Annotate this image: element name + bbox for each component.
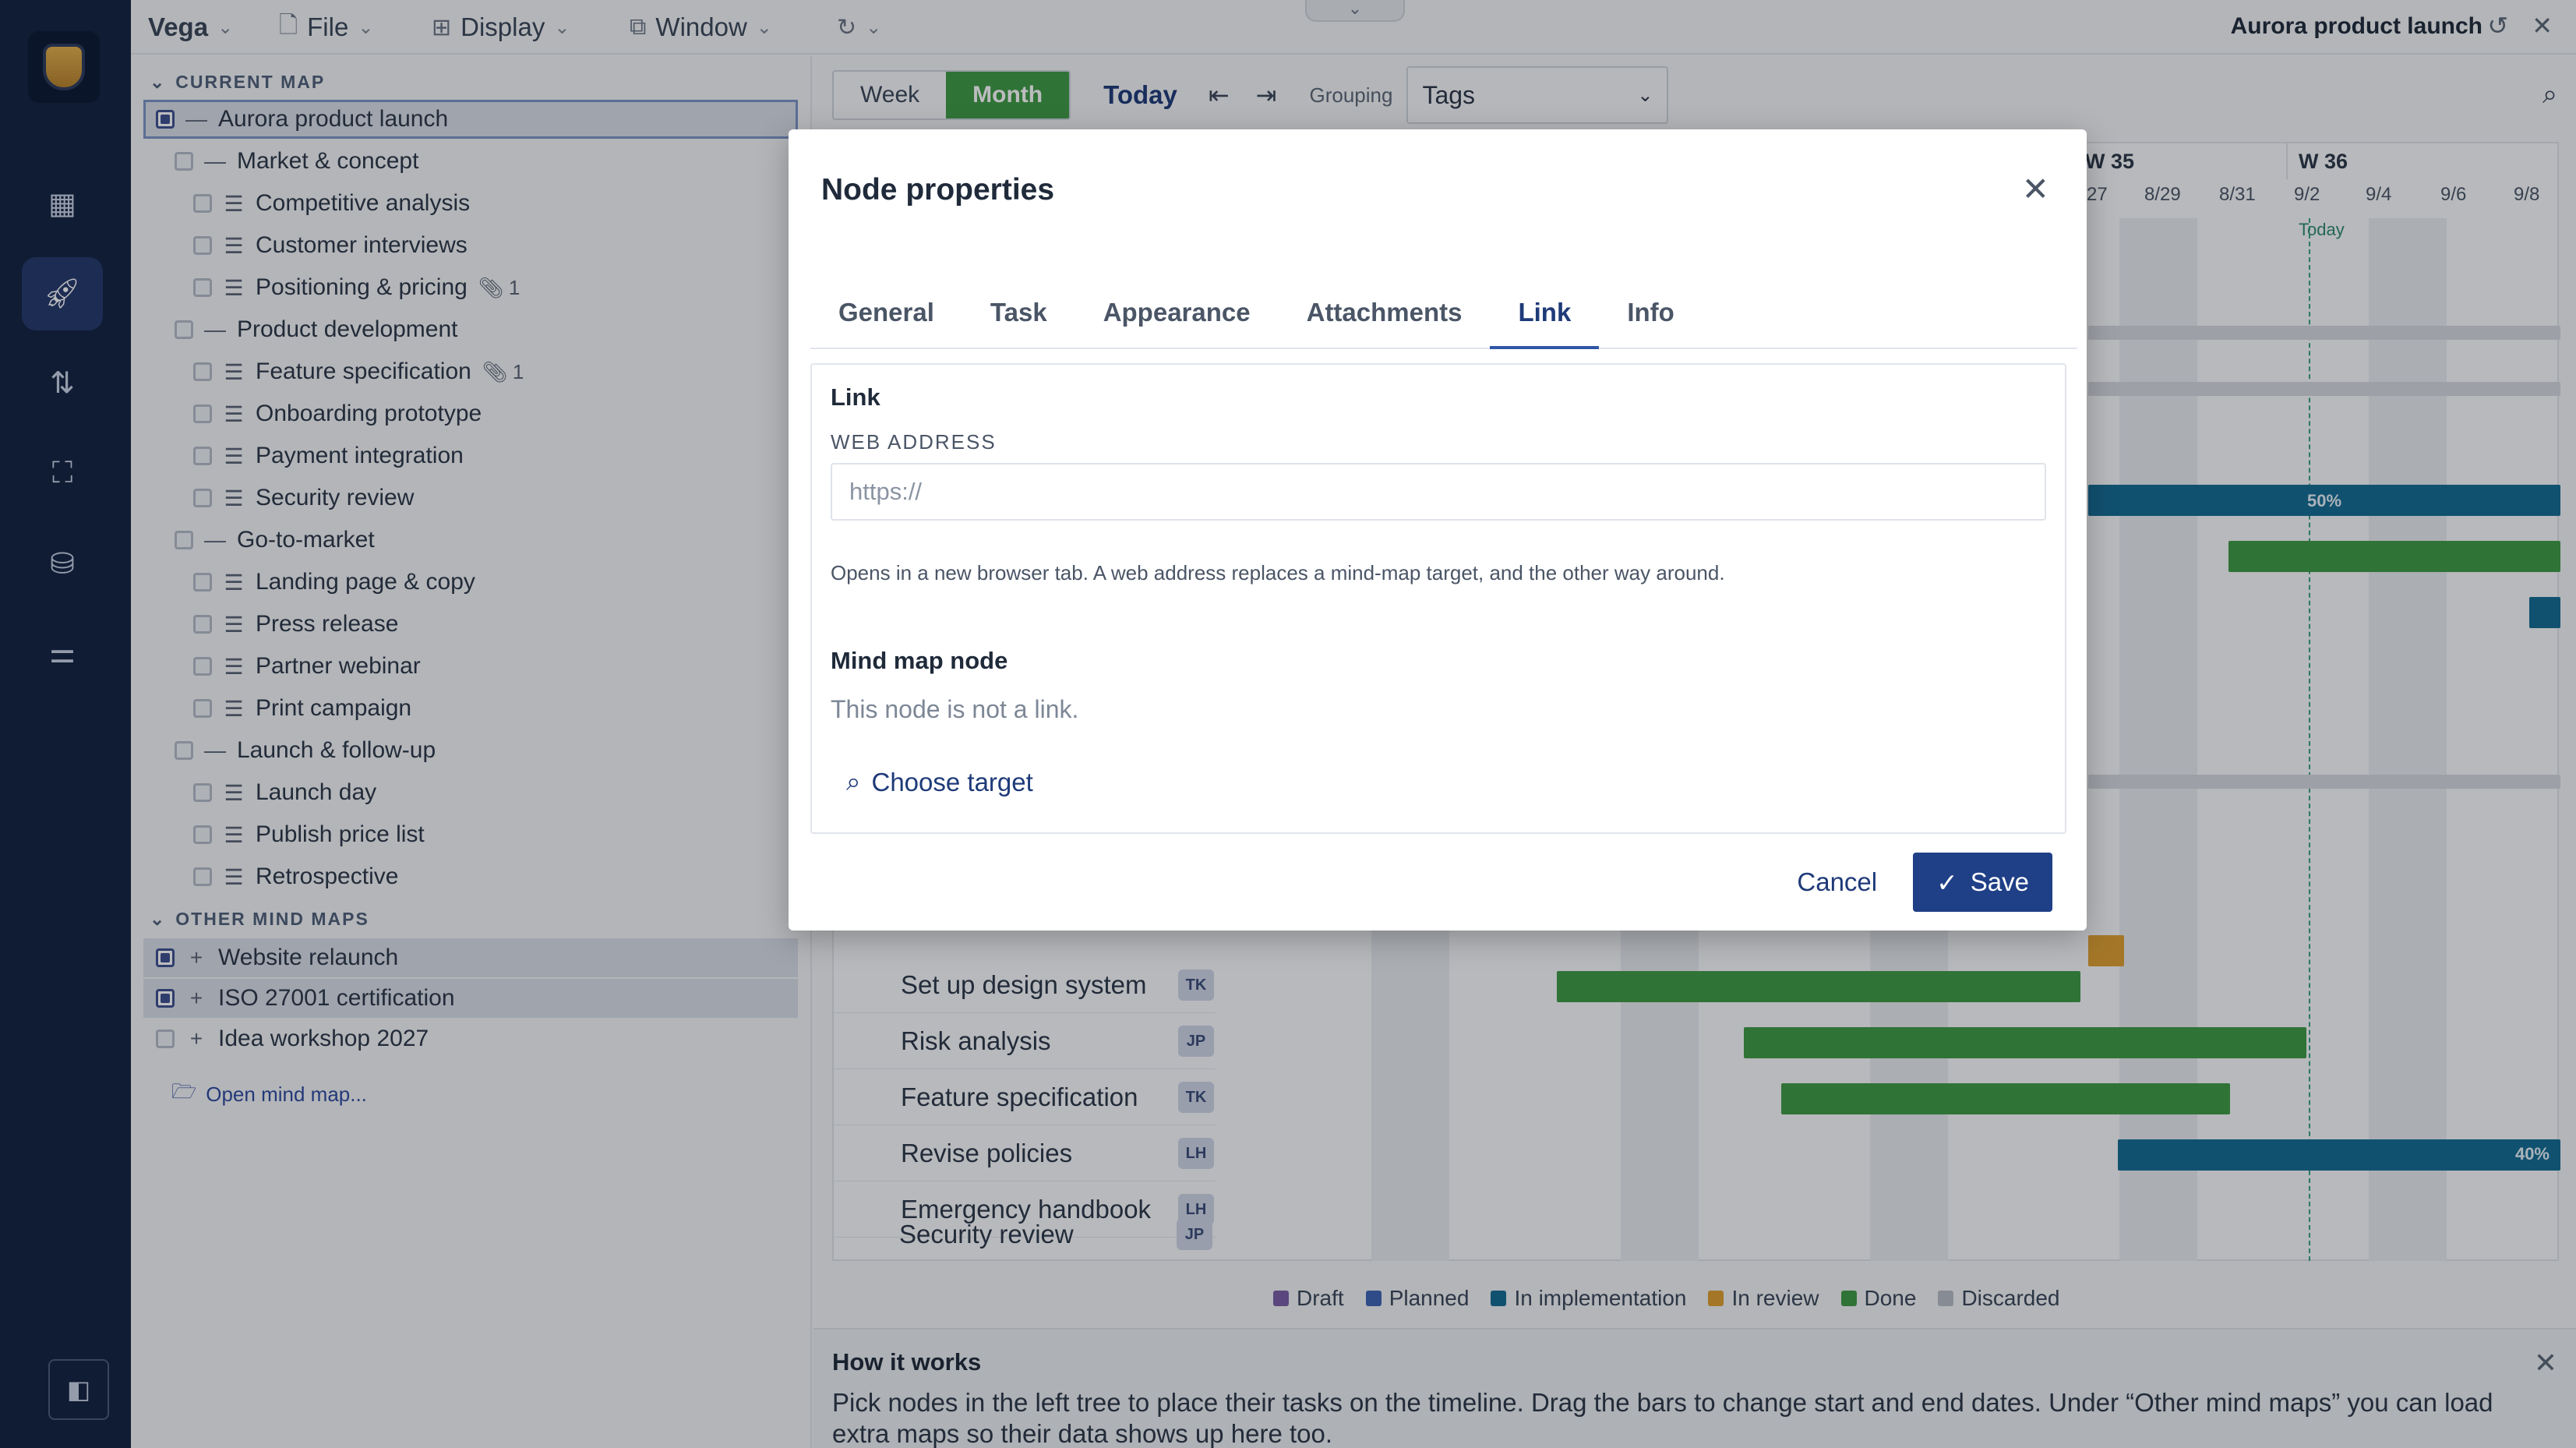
tab-general[interactable]: General xyxy=(810,282,962,349)
link-panel: Link WEB ADDRESS Opens in a new browser … xyxy=(810,363,2066,834)
dialog-title: Node properties xyxy=(821,173,1055,207)
link-heading: Link xyxy=(831,383,880,411)
mind-map-node-heading: Mind map node xyxy=(831,647,1008,674)
web-address-help: Opens in a new browser tab. A web addres… xyxy=(831,561,1725,584)
tab-task[interactable]: Task xyxy=(962,282,1075,349)
tab-attachments[interactable]: Attachments xyxy=(1279,282,1491,349)
link-empty-state: This node is not a link. xyxy=(831,695,1079,723)
tab-appearance[interactable]: Appearance xyxy=(1075,282,1279,349)
tab-info[interactable]: Info xyxy=(1599,282,1702,349)
choose-target-button[interactable]: ⌕ Choose target xyxy=(846,767,1033,797)
close-icon[interactable]: ✕ xyxy=(2022,170,2049,208)
web-address-input[interactable] xyxy=(831,463,2046,521)
save-label: Save xyxy=(1970,867,2029,896)
node-properties-dialog: Node properties ✕ General Task Appearanc… xyxy=(789,129,2087,931)
tab-link[interactable]: Link xyxy=(1490,282,1600,349)
save-button[interactable]: ✓ Save xyxy=(1913,853,2052,912)
choose-target-label: Choose target xyxy=(871,767,1033,796)
check-icon: ✓ xyxy=(1936,867,1958,897)
web-address-label: WEB ADDRESS xyxy=(831,430,997,454)
dialog-tabs: General Task Appearance Attachments Link… xyxy=(810,282,2077,349)
cancel-button[interactable]: Cancel xyxy=(1797,867,1877,897)
search-icon: ⌕ xyxy=(846,767,861,796)
